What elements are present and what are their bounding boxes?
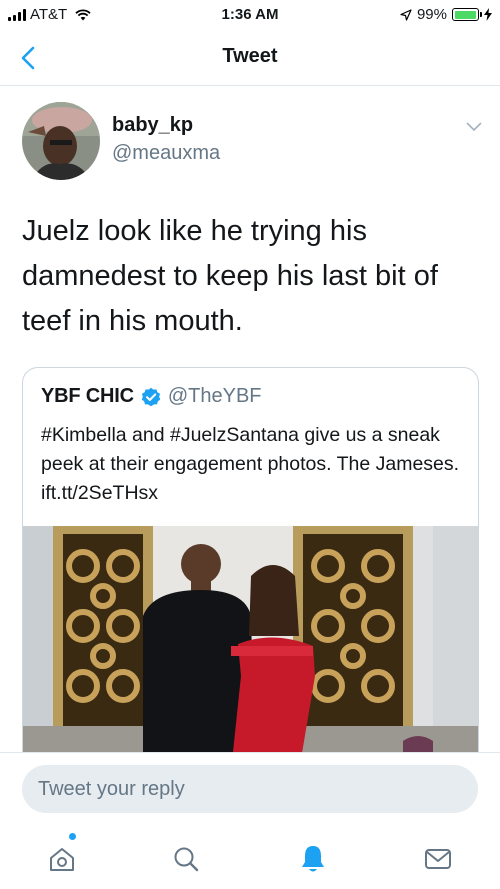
status-bar: AT&T 1:36 AM 99% <box>0 0 500 30</box>
battery-fill <box>454 10 477 19</box>
tweet-author-handle[interactable]: @meauxma <box>112 142 220 165</box>
quoted-tweet-text: #Kimbella and #JuelzSantana give us a sn… <box>41 424 460 504</box>
quoted-author-handle: @TheYBF <box>167 385 262 407</box>
tab-notifications[interactable] <box>293 839 333 879</box>
home-notification-dot <box>69 833 76 840</box>
charging-bolt-icon <box>484 8 492 21</box>
reply-bar <box>0 752 500 825</box>
tab-search[interactable] <box>166 839 206 879</box>
tab-home[interactable] <box>42 833 82 879</box>
quoted-tweet-header: YBF CHIC @TheYBF <box>41 385 262 408</box>
status-right: 99% <box>400 6 492 23</box>
tweet-header: baby_kp @meauxma <box>0 100 500 184</box>
tab-bar <box>0 825 500 889</box>
location-arrow-icon <box>400 8 412 21</box>
search-icon <box>174 847 199 872</box>
battery-icon <box>452 8 482 21</box>
nav-bar: Tweet <box>0 30 500 86</box>
quoted-author-name: YBF CHIC <box>41 385 134 407</box>
mail-icon <box>425 849 451 869</box>
bell-icon <box>302 846 324 872</box>
tab-messages[interactable] <box>418 839 458 879</box>
page-title: Tweet <box>222 45 278 67</box>
quoted-tweet[interactable]: YBF CHIC @TheYBF #Kimbella and #JuelzSan… <box>22 367 479 767</box>
avatar[interactable] <box>22 102 100 180</box>
reply-input[interactable] <box>22 765 478 813</box>
quoted-tweet-photo[interactable] <box>23 526 478 766</box>
tweet-text: Juelz look like he trying his damnedest … <box>22 215 438 337</box>
verified-badge-icon <box>141 387 161 406</box>
tweet-author-name[interactable]: baby_kp <box>112 114 193 137</box>
home-icon <box>50 848 74 871</box>
chevron-down-icon[interactable] <box>466 122 482 132</box>
battery-percent: 99% <box>416 6 447 23</box>
